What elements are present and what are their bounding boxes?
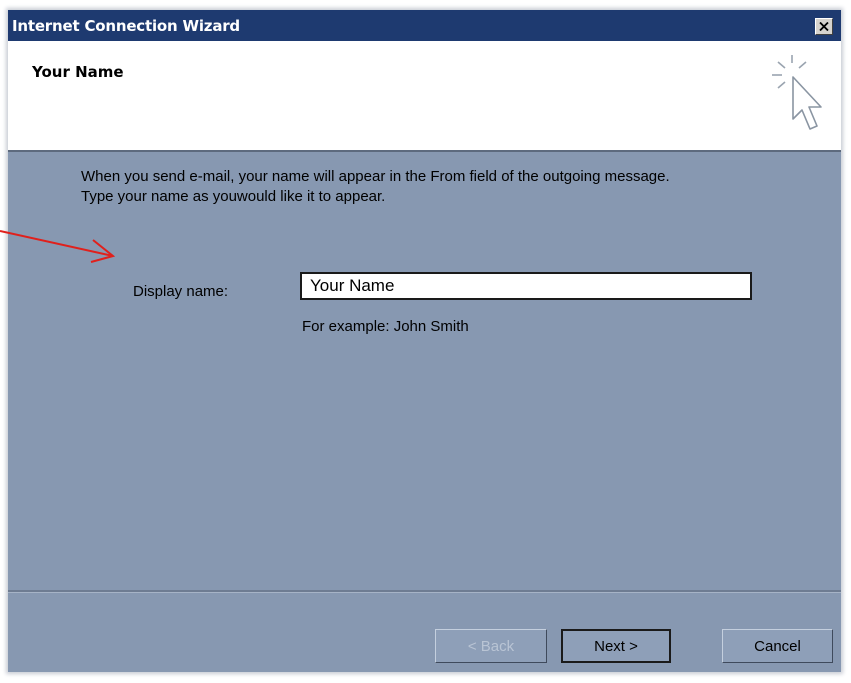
description: When you send e-mail, your name will app… bbox=[81, 167, 801, 207]
display-name-input[interactable] bbox=[300, 272, 752, 300]
cancel-button[interactable]: Cancel bbox=[722, 629, 833, 663]
next-button[interactable]: Next > bbox=[561, 629, 671, 663]
close-button[interactable] bbox=[815, 18, 833, 35]
description-line-2: Type your name as youwould like it to ap… bbox=[81, 188, 386, 205]
next-button-label: Next > bbox=[594, 637, 638, 655]
title-bar[interactable]: Internet Connection Wizard bbox=[8, 10, 841, 41]
display-name-label: Display name: bbox=[133, 283, 229, 300]
back-button[interactable]: < Back bbox=[435, 629, 547, 663]
description-line-1: When you send e-mail, your name will app… bbox=[81, 168, 670, 185]
example-hint: For example: John Smith bbox=[302, 318, 469, 335]
page-title: Your Name bbox=[32, 63, 124, 81]
window-title: Internet Connection Wizard bbox=[12, 17, 240, 35]
wizard-window: Internet Connection Wizard Your Name Whe… bbox=[8, 10, 841, 672]
header-divider bbox=[8, 150, 841, 152]
footer-divider bbox=[8, 590, 841, 593]
wizard-header: Your Name bbox=[8, 41, 841, 150]
close-icon bbox=[819, 22, 829, 31]
wizard-cursor-icon bbox=[772, 55, 822, 130]
